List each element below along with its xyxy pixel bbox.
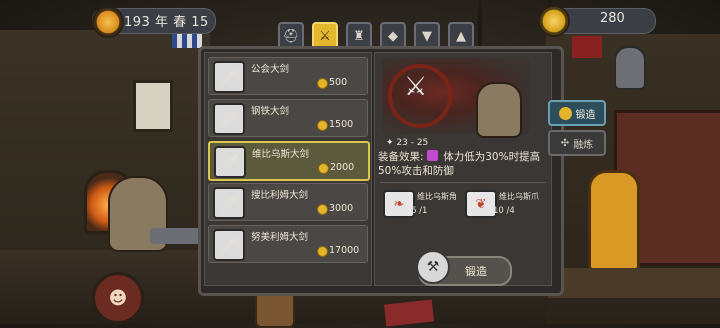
side-forge-label: 锻造 (575, 109, 596, 121)
effect-label: 装备效果: (378, 151, 424, 163)
greatsword-icon: 🗡 (213, 187, 245, 219)
anvil (150, 228, 200, 244)
coin-icon (538, 5, 570, 37)
greatsword-icon: ⚔ (404, 72, 428, 102)
weapon-name: 努美利姆大剑 (251, 232, 309, 243)
forge-button-label: 锻造 (465, 265, 487, 278)
fuse-icon: ✣ (560, 137, 570, 149)
side-fuse-label: 融炼 (573, 139, 594, 151)
greatsword-icon: 🗡 (214, 146, 246, 178)
effect-icon (426, 150, 438, 161)
coin-icon (317, 246, 328, 257)
coin-icon (317, 204, 328, 215)
hammer-icon: ⚒ (416, 250, 450, 284)
weapon-price: 3000 (329, 203, 354, 214)
helmet-icon: ⛑ (282, 28, 300, 44)
side-fuse-button[interactable]: ✣ 融炼 (548, 130, 606, 156)
material-count: 6 /1 (411, 206, 428, 216)
hanging-rope (478, 0, 482, 46)
armor-icon: ▼ (422, 28, 432, 44)
damage-value: 23 - 25 (396, 138, 429, 148)
side-forge-button[interactable]: 锻造 (548, 100, 606, 126)
coin-icon (317, 78, 328, 89)
greatsword-icon: 🗡 (213, 61, 245, 93)
weapon-name: 搜比利姆大剑 (251, 190, 309, 201)
weapon-price: 500 (329, 77, 348, 88)
equip-effect: 装备效果: 体力低为30%时提高50%攻击和防御 (378, 150, 548, 178)
shield-icon: ◆ (388, 28, 398, 44)
coin-count: 280 (600, 11, 625, 26)
coin-icon (317, 120, 328, 131)
weapon-row[interactable]: 🗡 搜比利姆大剑 3000 (208, 183, 368, 221)
greatsword-icon: 🗡 (213, 229, 245, 261)
helmet-horned-icon: ♜ (353, 28, 365, 44)
material-count: 10 /4 (493, 206, 515, 216)
weapon-name: 钢铁大剑 (251, 106, 290, 117)
weapon-row[interactable]: 🗡 钢铁大剑 1500 (208, 99, 368, 137)
date-text: 193 年 春 15 (124, 15, 209, 30)
weapon-price: 1500 (329, 119, 354, 130)
damage-range: ✦ 23 - 25 (386, 138, 429, 148)
greatsword-icon: 🗡 (213, 103, 245, 135)
wall-shield (614, 46, 646, 90)
boots-icon: ▲ (456, 28, 466, 44)
player-avatar[interactable]: ☻ (92, 272, 144, 324)
forge-machine (588, 170, 640, 272)
red-banner (572, 36, 602, 58)
walrus-portrait (476, 82, 522, 138)
sun-icon (92, 6, 124, 38)
weapon-name: 维比乌斯大剑 (252, 149, 310, 160)
workbench (548, 268, 720, 298)
weapon-row[interactable]: 🗡 维比乌斯大剑 2000 (208, 141, 370, 181)
weapon-price: 2000 (330, 162, 355, 173)
forge-icon (558, 106, 572, 120)
wall-poster (133, 80, 173, 132)
weapon-name: 公会大剑 (251, 64, 290, 75)
sword-hand-icon: ⚔ (319, 28, 331, 44)
material-name: 维比乌斯角 (417, 192, 457, 201)
divider (380, 182, 546, 183)
weapon-price: 17000 (329, 245, 360, 256)
weapon-row[interactable]: 🗡 努美利姆大剑 17000 (208, 225, 368, 263)
weapon-row[interactable]: 🗡 公会大剑 500 (208, 57, 368, 95)
coin-icon (318, 163, 329, 174)
material-name: 维比乌斯爪 (499, 192, 539, 201)
